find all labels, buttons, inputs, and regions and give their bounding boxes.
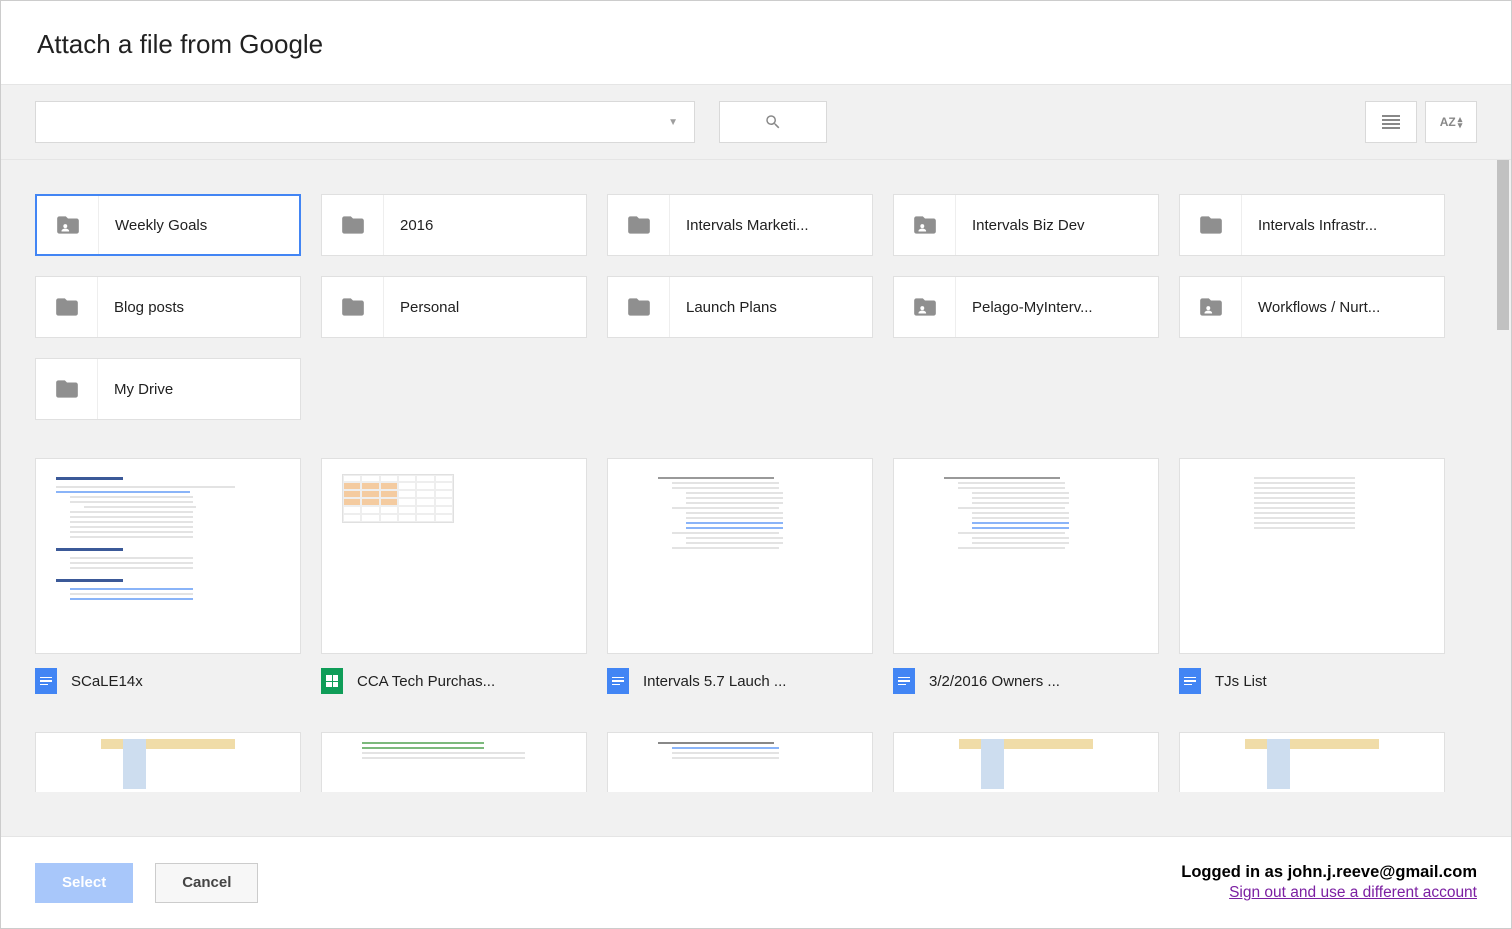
file-item[interactable]: Intervals 5.7 Lauch ... [607,458,873,694]
file-thumbnail [1179,732,1445,792]
file-item[interactable] [35,732,301,792]
folder-label: Intervals Infrastr... [1242,217,1444,234]
page-title: Attach a file from Google [37,29,1475,60]
sheets-icon [321,668,343,694]
file-item[interactable]: SCaLE14x [35,458,301,694]
file-thumbnail [607,732,873,792]
file-name: 3/2/2016 Owners ... [929,673,1159,690]
docs-icon [35,668,57,694]
scrollbar-thumb[interactable] [1497,160,1509,330]
file-item[interactable]: TJs List [1179,458,1445,694]
folder-icon [322,195,384,255]
folder-item[interactable]: My Drive [35,358,301,420]
file-thumbnail [35,458,301,654]
file-name: SCaLE14x [71,673,301,690]
file-thumbnail [35,732,301,792]
toolbar: ▼ AZ ▴▾ [1,85,1511,160]
content-area: Weekly Goals 2016 Intervals Marketi... Inte… [1,160,1495,836]
logged-in-text: Logged in as john.j.reeve@gmail.com [1181,863,1477,882]
folder-icon [608,195,670,255]
file-meta: SCaLE14x [35,668,301,694]
file-item[interactable]: 3/2/2016 Owners ... [893,458,1159,694]
folder-icon [36,277,98,337]
login-info: Logged in as john.j.reeve@gmail.com Sign… [1181,863,1477,902]
file-thumbnail [607,458,873,654]
docs-icon [893,668,915,694]
file-thumbnail [1179,458,1445,654]
folder-label: Intervals Marketi... [670,217,872,234]
folder-label: Pelago-MyInterv... [956,299,1158,316]
folder-label: Weekly Goals [99,217,299,234]
folder-shared-icon [894,277,956,337]
chevron-down-icon[interactable]: ▼ [660,117,686,128]
search-box[interactable]: ▼ [35,101,695,143]
dialog-header: Attach a file from Google [1,1,1511,85]
folder-item[interactable]: Pelago-MyInterv... [893,276,1159,338]
search-button[interactable] [719,101,827,143]
folder-item[interactable]: Personal [321,276,587,338]
folder-item[interactable]: Intervals Biz Dev [893,194,1159,256]
file-meta: 3/2/2016 Owners ... [893,668,1159,694]
file-name: CCA Tech Purchas... [357,673,587,690]
file-item[interactable]: CCA Tech Purchas... [321,458,587,694]
list-icon [1382,115,1400,129]
content-wrap: Weekly Goals 2016 Intervals Marketi... Inte… [1,160,1511,836]
file-item[interactable] [607,732,873,792]
dialog-footer: Select Cancel Logged in as john.j.reeve@… [1,836,1511,928]
folder-icon [322,277,384,337]
select-button[interactable]: Select [35,863,133,903]
folder-shared-icon [1180,277,1242,337]
folder-label: Workflows / Nurt... [1242,299,1444,316]
file-meta: Intervals 5.7 Lauch ... [607,668,873,694]
file-grid: SCaLE14x CCA Tech Purchas... Intervals 5.7… [35,458,1469,694]
search-input[interactable] [48,102,660,142]
sort-az-icon: AZ ▴▾ [1440,115,1463,129]
file-thumbnail [321,458,587,654]
folder-icon [608,277,670,337]
folder-item[interactable]: Workflows / Nurt... [1179,276,1445,338]
file-item[interactable] [1179,732,1445,792]
cancel-button[interactable]: Cancel [155,863,258,903]
docs-icon [607,668,629,694]
docs-icon [1179,668,1201,694]
file-name: Intervals 5.7 Lauch ... [643,673,873,690]
folder-shared-icon [894,195,956,255]
folder-icon [1180,195,1242,255]
folder-label: Blog posts [98,299,300,316]
file-picker-dialog: Attach a file from Google ▼ AZ ▴▾ [0,0,1512,929]
list-view-button[interactable] [1365,101,1417,143]
folder-label: 2016 [384,217,586,234]
file-item[interactable] [893,732,1159,792]
file-thumbnail [321,732,587,792]
folder-label: My Drive [98,381,300,398]
folder-item[interactable]: Intervals Marketi... [607,194,873,256]
signout-link[interactable]: Sign out and use a different account [1229,884,1477,902]
search-icon [764,113,782,131]
folder-item[interactable]: Blog posts [35,276,301,338]
folder-label: Personal [384,299,586,316]
folder-item[interactable]: Launch Plans [607,276,873,338]
view-controls: AZ ▴▾ [1365,101,1477,143]
file-thumbnail [893,458,1159,654]
folder-icon [36,359,98,419]
sort-button[interactable]: AZ ▴▾ [1425,101,1477,143]
folder-shared-icon [37,196,99,254]
folder-label: Launch Plans [670,299,872,316]
file-meta: CCA Tech Purchas... [321,668,587,694]
folder-item[interactable]: Weekly Goals [35,194,301,256]
folder-item[interactable]: Intervals Infrastr... [1179,194,1445,256]
file-item[interactable] [321,732,587,792]
folder-grid: Weekly Goals 2016 Intervals Marketi... Inte… [35,194,1469,420]
folder-label: Intervals Biz Dev [956,217,1158,234]
folder-item[interactable]: 2016 [321,194,587,256]
file-name: TJs List [1215,673,1445,690]
file-meta: TJs List [1179,668,1445,694]
file-grid-partial [35,732,1469,792]
file-thumbnail [893,732,1159,792]
scrollbar[interactable] [1495,160,1511,836]
